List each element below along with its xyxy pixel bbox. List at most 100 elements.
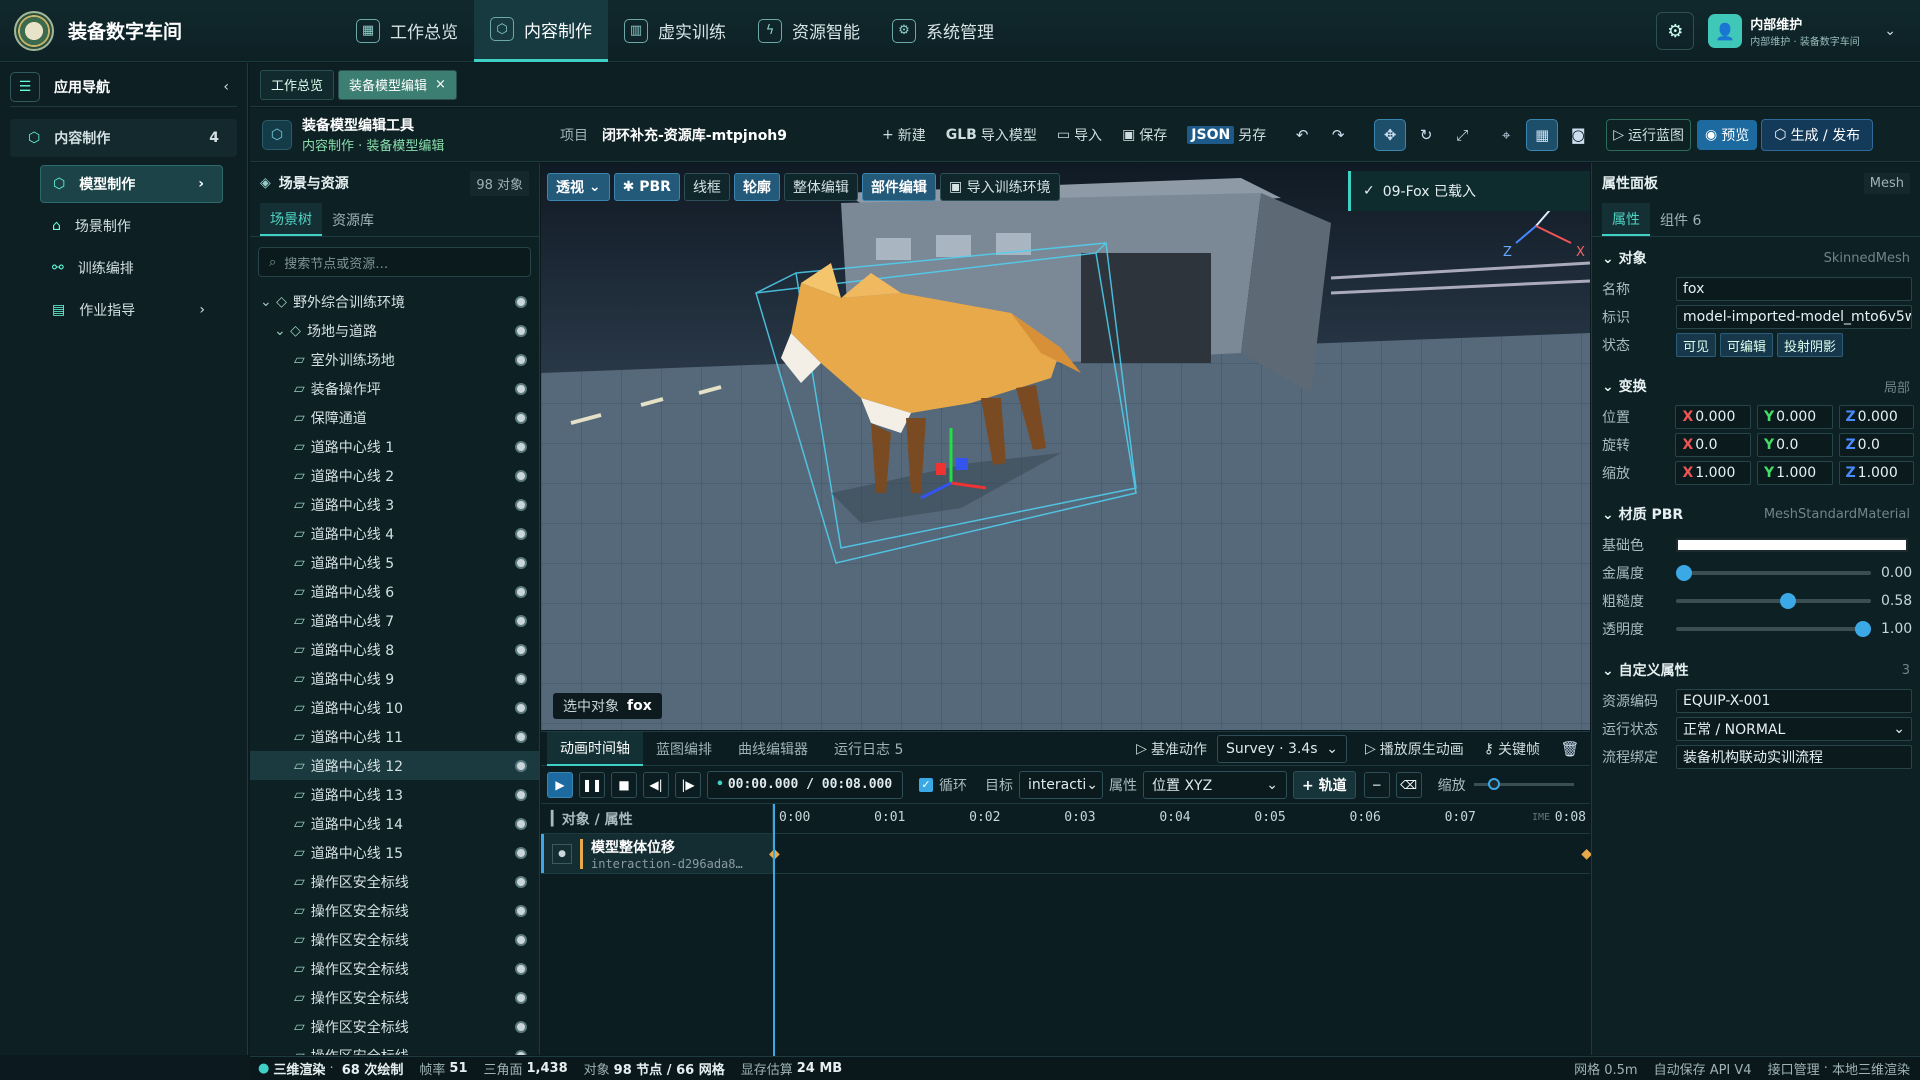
opacity-slider[interactable] [1676, 621, 1871, 637]
pos-z-field[interactable]: Z 0.000 [1838, 405, 1915, 429]
publish-button[interactable]: ⬡ 生成 / 发布 [1761, 118, 1874, 151]
new-button[interactable]: + 新建 [882, 125, 926, 145]
tree-node[interactable]: ▱ 道路中心线 6 [250, 577, 539, 606]
sidebar-group-content[interactable]: ⬡ 内容制作 4 [10, 119, 237, 157]
run-state-select[interactable]: 正常 / NORMAL ⌄ [1676, 717, 1912, 741]
slider-knob[interactable] [1779, 593, 1796, 609]
visibility-icon[interactable] [515, 556, 527, 569]
visibility-icon[interactable] [515, 875, 527, 888]
grid-icon[interactable]: ▦ [1526, 118, 1559, 151]
track-row[interactable]: ● 模型整体位移 interaction-d296ada8… [541, 834, 773, 873]
pause-button[interactable]: ❚❚ [579, 771, 605, 798]
visibility-icon[interactable] [515, 527, 527, 540]
group-icon[interactable]: ⌄ ◇ [274, 323, 301, 339]
wireframe-toggle[interactable]: 线框 [683, 173, 730, 201]
visibility-icon[interactable] [515, 759, 527, 772]
visibility-icon[interactable] [515, 904, 527, 917]
play-button[interactable]: ▶ [547, 771, 573, 798]
next-frame-button[interactable]: |▶ [675, 771, 701, 798]
loop-checkbox[interactable]: ✓ [919, 777, 933, 792]
breadcrumb-1[interactable]: 内容制作 [302, 139, 354, 154]
sidebar-item-scene[interactable]: ⌂ 场景制作 [40, 207, 223, 245]
sidebar-item-guide[interactable]: ▤ 作业指导 › [40, 291, 223, 329]
scale-z-field[interactable]: Z 1.000 [1838, 461, 1915, 485]
outline-toggle[interactable]: 轮廓 [733, 173, 780, 201]
custom-section[interactable]: ⌄ 自定义属性 3 [1592, 653, 1920, 687]
visibility-icon[interactable] [515, 991, 527, 1004]
prev-frame-button[interactable]: ◀| [643, 771, 669, 798]
breadcrumb-2[interactable]: 装备模型编辑 [366, 139, 444, 154]
visibility-icon[interactable] [515, 730, 527, 743]
tree-node[interactable]: ▱ 道路中心线 13 [250, 780, 539, 809]
zoom-knob[interactable] [1487, 778, 1500, 790]
tab-curve[interactable]: 曲线编辑器 [725, 732, 821, 766]
transform-section[interactable]: ⌄ 变换 局部 [1592, 369, 1920, 403]
resource-code-field[interactable]: EQUIP-X-001 [1676, 689, 1912, 713]
menu-icon[interactable]: ☰ [10, 71, 40, 102]
slider-knob[interactable] [1676, 565, 1692, 581]
run-blueprint-button[interactable]: ▷ 运行蓝图 [1606, 118, 1691, 151]
visibility-icon[interactable] [515, 585, 527, 598]
base-color-swatch[interactable] [1676, 538, 1908, 552]
part-edit-toggle[interactable]: 部件编辑 [861, 173, 936, 201]
tab-log[interactable]: 运行日志 5 [821, 732, 916, 766]
nav-training[interactable]: ▥ 虚实训练 [608, 0, 742, 62]
play-original-button[interactable]: ▷ 播放原生动画 [1365, 739, 1464, 759]
tree-node[interactable]: ▱ 道路中心线 14 [250, 809, 539, 838]
visibility-icon[interactable] [515, 353, 527, 366]
name-field[interactable]: fox [1676, 277, 1912, 301]
visibility-icon[interactable] [515, 701, 527, 714]
preview-button[interactable]: ◉ 预览 [1697, 119, 1758, 150]
tree-node[interactable]: ▱ 道路中心线 1 [250, 432, 539, 461]
nav-dashboard[interactable]: ▦ 工作总览 [340, 0, 474, 62]
tab-model-edit[interactable]: 装备模型编辑 × [338, 69, 457, 100]
rot-y-field[interactable]: Y 0.0 [1756, 433, 1833, 457]
trash-icon[interactable]: 🗑 [1554, 733, 1586, 765]
visibility-icon[interactable] [515, 324, 527, 337]
user-avatar[interactable]: 👤 [1708, 14, 1743, 48]
scene-canvas[interactable]: Y X Z [541, 163, 1590, 730]
tree-node[interactable]: ▱ 保障通道 [250, 403, 539, 432]
tree-node[interactable]: ▱ 装备操作坪 [250, 374, 539, 403]
visibility-icon[interactable] [515, 962, 527, 975]
playhead[interactable] [773, 804, 775, 1056]
tree-node[interactable]: ▱ 道路中心线 4 [250, 519, 539, 548]
tree-node[interactable]: ⌄ ◇ 野外综合训练环境 [250, 287, 539, 316]
settings-button[interactable]: ⚙ [1656, 12, 1695, 50]
camera-icon[interactable]: ◙ [1562, 119, 1594, 151]
visibility-icon[interactable] [515, 382, 527, 395]
tree-node[interactable]: ▱操作区安全标线 [250, 983, 539, 1012]
survey-select[interactable]: Survey · 3.4s ⌄ [1216, 734, 1347, 763]
redo-icon[interactable]: ↷ [1322, 119, 1354, 151]
visibility-icon[interactable] [515, 788, 527, 801]
api-manage-link[interactable]: 接口管理 [1768, 1059, 1820, 1078]
rot-x-field[interactable]: X 0.0 [1675, 433, 1751, 457]
tree-node[interactable]: ▱操作区安全标线 [250, 925, 539, 954]
visibility-icon[interactable] [515, 817, 527, 830]
time-ruler[interactable]: 0:00 0:01 0:02 0:03 0:04 0:05 0:06 0:07 0:08 IME [773, 804, 1590, 833]
stop-button[interactable]: ■ [611, 771, 637, 798]
scale-icon[interactable]: ⤢ [1446, 119, 1478, 151]
object-section[interactable]: ⌄ 对象 SkinnedMesh [1592, 241, 1920, 275]
add-track-button[interactable]: + 轨道 [1293, 770, 1356, 799]
visibility-icon[interactable] [515, 469, 527, 482]
roughness-slider[interactable] [1676, 593, 1871, 609]
nav-system[interactable]: ⚙ 系统管理 [876, 0, 1010, 62]
scale-x-field[interactable]: X 1.000 [1675, 461, 1751, 485]
perspective-toggle[interactable]: 透视 ⌄ [547, 173, 610, 201]
tree-node[interactable]: ⌄ ◇ 场地与道路 [250, 316, 539, 345]
import-env-button[interactable]: ▣ 导入训练环境 [939, 173, 1060, 201]
save-as-button[interactable]: JSON 另存 [1187, 125, 1266, 145]
editable-toggle[interactable]: 可编辑 [1720, 333, 1774, 357]
tab-blueprint[interactable]: 蓝图编排 [643, 732, 725, 766]
sidebar-item-model[interactable]: ⬡ 模型制作 › [40, 165, 223, 203]
tree-node[interactable]: ▱操作区安全标线 [250, 896, 539, 925]
tree-node[interactable]: ▱ 道路中心线 2 [250, 461, 539, 490]
collapse-icon[interactable]: ‹ [223, 79, 229, 95]
visibility-icon[interactable] [515, 411, 527, 424]
visibility-icon[interactable] [515, 498, 527, 511]
pos-x-field[interactable]: X 0.000 [1675, 405, 1751, 429]
tree-node[interactable]: ▱ 室外训练场地 [250, 345, 539, 374]
tab-attributes[interactable]: 属性 [1602, 203, 1650, 236]
tree-node[interactable]: ▱操作区安全标线 [250, 867, 539, 896]
